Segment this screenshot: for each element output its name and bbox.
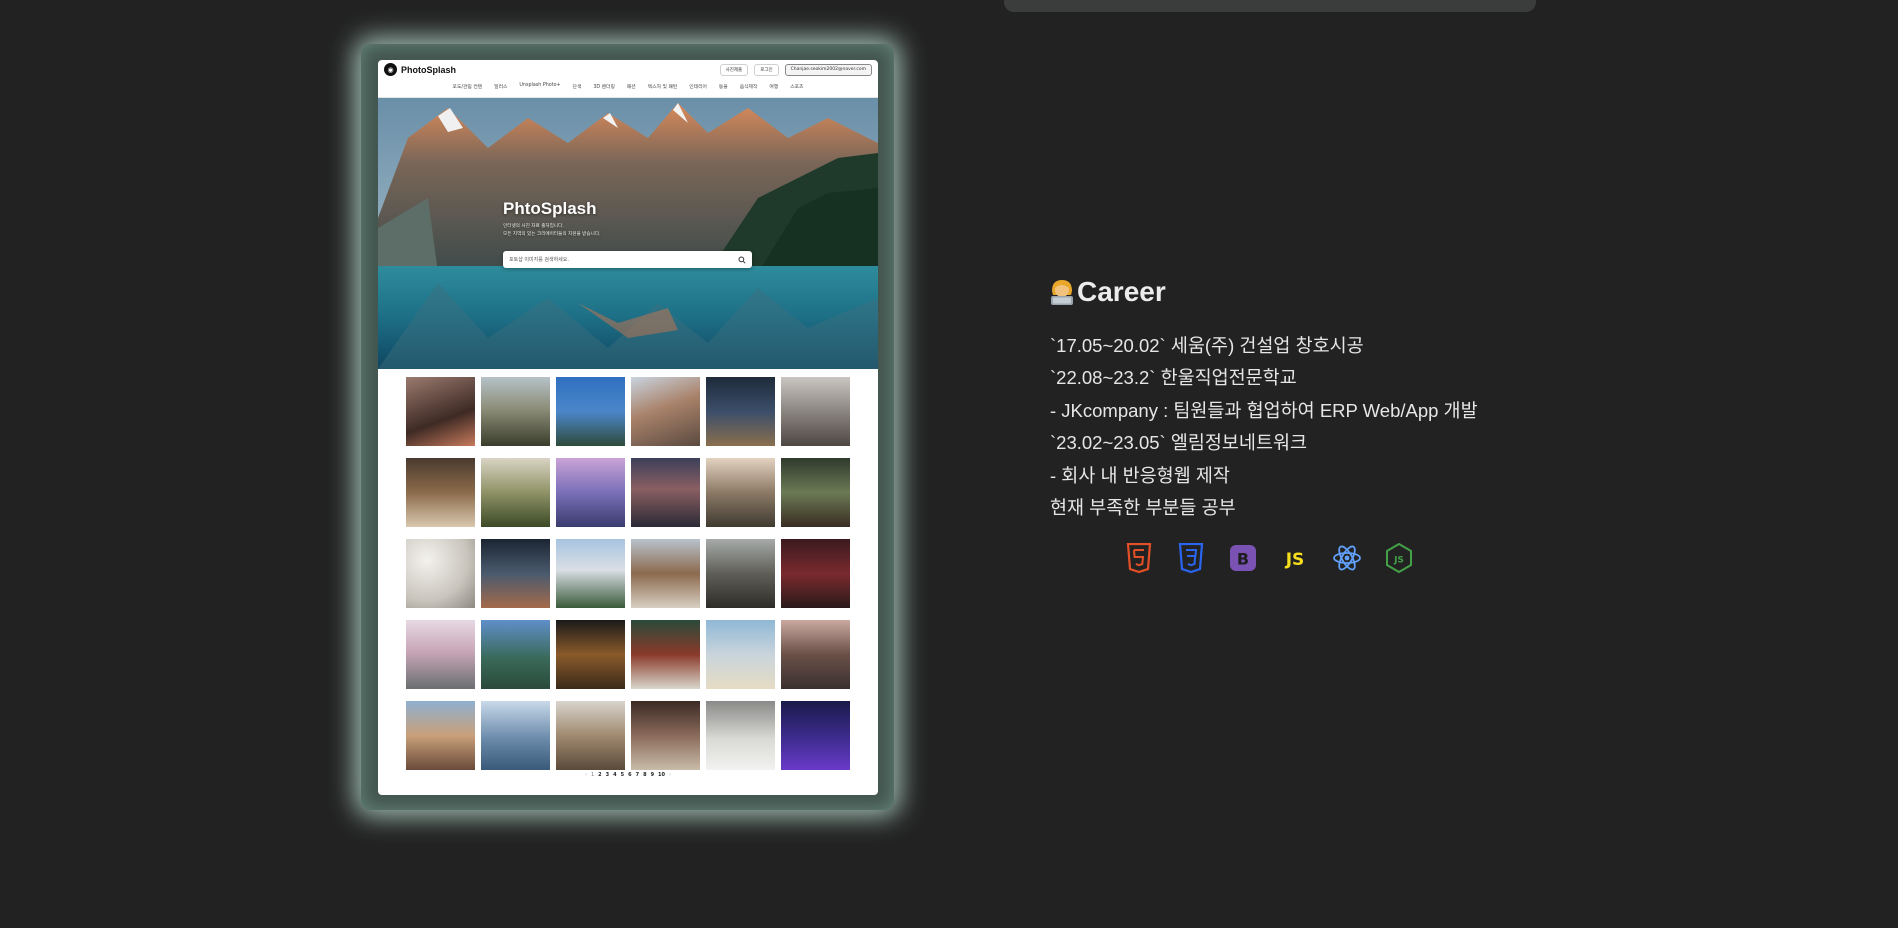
site-logo-text: PhotoSplash xyxy=(401,64,457,75)
mountain-lake-image xyxy=(378,98,878,369)
photo-thumbnail xyxy=(781,701,850,770)
hero-banner: PhtoSplash 인터넷의 사진 자료 출처입니다. 모든 지역의 있는 크… xyxy=(378,98,878,369)
hero-subtitle: 인터넷의 사진 자료 출처입니다. 모든 지역의 있는 크리에이터들의 지원을 … xyxy=(503,223,601,239)
nav-item: 텍스처 및 패턴 xyxy=(647,85,678,90)
nav-item: 스포츠 xyxy=(790,85,804,90)
career-heading: Career xyxy=(1049,276,1166,308)
nav-item: 포도/관림 컨텐 xyxy=(452,85,483,90)
career-item: `17.05~20.02` 세움(주) 건설업 창호시공 xyxy=(1050,335,1364,356)
photo-thumbnail xyxy=(631,458,700,527)
chevron-right-icon: › xyxy=(669,772,672,778)
page-link: 9 xyxy=(650,772,655,778)
photo-thumbnail xyxy=(706,377,775,446)
page-link: 10 xyxy=(658,772,666,778)
hero-subtitle-line: 인터넷의 사진 자료 출처입니다. xyxy=(503,224,564,229)
photo-thumbnail xyxy=(631,539,700,608)
page-link: 5 xyxy=(620,772,625,778)
photo-thumbnail xyxy=(556,701,625,770)
photo-thumbnail xyxy=(481,539,550,608)
react-icon xyxy=(1332,543,1362,573)
page-link: 4 xyxy=(613,772,617,778)
site-header: ◉ PhotoSplash 사진제출 로그인 Chanjae.seokim200… xyxy=(378,60,878,98)
nav-item: 단색 xyxy=(572,85,582,90)
hero-search-placeholder: 포토샵 이미지를 검색하세요. xyxy=(509,257,569,263)
nav-item: 인테리어 xyxy=(689,85,707,90)
photo-thumbnail xyxy=(406,458,475,527)
photo-thumbnail xyxy=(706,458,775,527)
photo-thumbnail xyxy=(781,539,850,608)
page-link: 6 xyxy=(628,772,632,778)
chevron-left-icon: ‹ xyxy=(584,772,587,778)
photo-thumbnail xyxy=(706,620,775,689)
svg-text:B: B xyxy=(1237,550,1249,569)
photo-thumbnail xyxy=(481,620,550,689)
nav-item: 음식제작 xyxy=(739,85,758,90)
photo-thumbnail xyxy=(631,620,700,689)
photo-thumbnail xyxy=(406,377,475,446)
search-icon xyxy=(738,255,746,264)
career-item: - 회사 내 반응형웹 제작 xyxy=(1050,464,1230,486)
photo-thumbnail xyxy=(556,620,625,689)
nodejs-icon: JS xyxy=(1384,543,1414,573)
svg-text:JS: JS xyxy=(1285,550,1305,570)
site-logo: ◉ PhotoSplash xyxy=(384,63,456,76)
css3-icon xyxy=(1176,543,1206,573)
html5-icon xyxy=(1124,543,1154,573)
photo-thumbnail xyxy=(406,620,475,689)
photo-thumbnail xyxy=(781,620,850,689)
project-preview-card[interactable]: ◉ PhotoSplash 사진제출 로그인 Chanjae.seokim200… xyxy=(361,44,894,810)
career-list: `17.05~20.02` 세움(주) 건설업 창호시공 `22.08~23.2… xyxy=(1050,330,1478,524)
person-at-laptop-icon xyxy=(1051,280,1073,305)
page-link: 3 xyxy=(605,772,610,778)
page-link: 8 xyxy=(643,772,647,778)
photosplash-screenshot: ◉ PhotoSplash 사진제출 로그인 Chanjae.seokim200… xyxy=(378,60,878,795)
photo-thumbnail xyxy=(781,377,850,446)
javascript-icon: JS xyxy=(1280,543,1310,573)
photo-thumbnail xyxy=(781,458,850,527)
career-item: - JKcompany : 팀원들과 협업하여 ERP Web/App 개발 xyxy=(1050,399,1478,421)
photo-thumbnail xyxy=(556,539,625,608)
photo-thumbnail xyxy=(481,701,550,770)
top-card-edge xyxy=(1004,0,1536,12)
nav-item: Unsplash Photo+ xyxy=(519,83,561,88)
page-link: 1 xyxy=(590,772,595,778)
nav-item: 일러스 xyxy=(494,85,508,90)
nav-item: 3D 렌더링 xyxy=(593,85,615,90)
career-item: `22.08~23.2` 한울직업전문학교 xyxy=(1050,367,1297,389)
photo-thumbnail xyxy=(631,701,700,770)
bootstrap-icon: B xyxy=(1228,543,1258,573)
page-link: 2 xyxy=(598,772,602,778)
svg-text:JS: JS xyxy=(1393,556,1404,566)
hero-search-bar: 포토샵 이미지를 검색하세요. xyxy=(503,251,752,268)
photo-thumbnail xyxy=(631,377,700,446)
nav-item: 동물 xyxy=(718,85,728,90)
hero-subtitle-line: 모든 지역의 있는 크리에이터들의 지원을 받습니다. xyxy=(503,232,601,237)
page-link: 7 xyxy=(635,772,640,778)
nav-item: 여행 xyxy=(769,85,779,90)
photo-thumbnail xyxy=(706,701,775,770)
tech-stack: B JS JS xyxy=(1124,543,1414,573)
photo-thumbnail xyxy=(556,458,625,527)
nav-item: 패션 xyxy=(626,85,636,90)
camera-icon: ◉ xyxy=(384,63,397,76)
user-email: Chanjae.seokim2002@naver.com xyxy=(784,64,872,76)
header-actions: 사진제출 로그인 Chanjae.seokim2002@naver.com xyxy=(719,64,872,76)
photo-thumbnail xyxy=(706,539,775,608)
photo-grid xyxy=(406,377,850,770)
photo-thumbnail xyxy=(406,701,475,770)
photo-thumbnail xyxy=(481,458,550,527)
career-item: `23.02~23.05` 엘림정보네트워크 xyxy=(1050,432,1308,454)
photo-thumbnail xyxy=(406,539,475,608)
photo-thumbnail xyxy=(481,377,550,446)
pagination: ‹ 1 2 3 4 5 6 7 8 9 10 › xyxy=(378,772,878,778)
career-item: 현재 부족한 부분들 공부 xyxy=(1050,496,1236,518)
career-title: Career xyxy=(1077,276,1166,307)
hero-title: PhtoSplash xyxy=(503,199,597,218)
category-nav: 포도/관림 컨텐 일러스 Unsplash Photo+ 단색 3D 렌더링 패… xyxy=(378,83,878,90)
login-button: 로그인 xyxy=(754,64,779,76)
submit-photo-button: 사진제출 xyxy=(719,64,749,76)
photo-thumbnail xyxy=(556,377,625,446)
